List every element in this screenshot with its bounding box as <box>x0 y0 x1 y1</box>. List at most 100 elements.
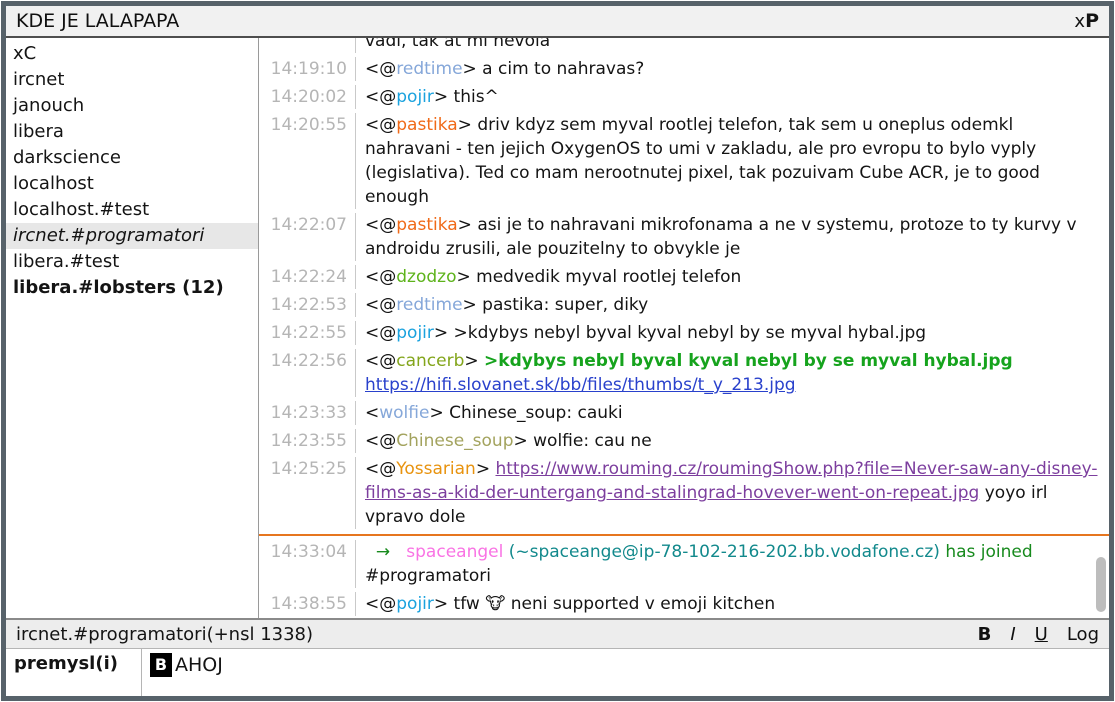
message-row: 14:38:55<@pojir> tfw 🐮 neni supported v … <box>259 592 1109 616</box>
message-timestamp: 14:38:55 <box>259 592 356 616</box>
message-text-segment: <@ <box>365 267 396 287</box>
message-content: <@Chinese_soup> wolfie: cau ne <box>356 429 1109 453</box>
window-controls[interactable]: xP <box>1074 10 1099 32</box>
message-text-segment: <@ <box>365 323 396 343</box>
log-button[interactable]: Log <box>1067 624 1099 645</box>
sidebar-buffer-localhost-#test[interactable]: localhost.#test <box>6 197 258 223</box>
message-content: <@pastika> driv kdyz sem myval rootlej t… <box>356 113 1109 209</box>
message-text-segment: < <box>365 403 379 423</box>
message-timestamp: 14:23:33 <box>259 401 356 425</box>
message-timestamp: 14:22:07 <box>259 213 356 261</box>
sidebar-buffer-janouch[interactable]: janouch <box>6 93 258 119</box>
message-text-segment: <@ <box>365 59 396 79</box>
sidebar-buffer-xc[interactable]: xC <box>6 41 258 67</box>
sidebar-buffer-libera-#test[interactable]: libera.#test <box>6 249 258 275</box>
main-area: xCircnetjanouchliberadarksciencelocalhos… <box>6 38 1109 618</box>
message-content: <@redtime> a cim to nahravas? <box>356 57 1109 81</box>
nick-redtime: redtime <box>396 59 462 79</box>
message-timestamp: 14:23:55 <box>259 429 356 453</box>
message-row: 14:20:02<@pojir> this^ <box>259 85 1109 109</box>
status-bar: ircnet.#programatori(+nsl 1338) B I U Lo… <box>6 618 1109 648</box>
message-text-segment: > medvedik myval rootlej telefon <box>456 267 741 287</box>
sidebar-buffer-libera[interactable]: libera <box>6 119 258 145</box>
window-control-x[interactable]: x <box>1074 11 1085 32</box>
message-timestamp: 14:25:25 <box>259 457 356 529</box>
message-timestamp: 14:20:55 <box>259 113 356 209</box>
message-text-segment: > <box>476 459 496 479</box>
message-content: <@pojir> >kdybys nebyl byval kyval nebyl… <box>356 321 1109 345</box>
message-input-value: AHOJ <box>175 653 223 678</box>
join-arrow-icon: → <box>365 542 406 562</box>
message-content: <@Yossarian> https://www.rouming.cz/roum… <box>356 457 1109 529</box>
title-bar: KDE JE LALAPAPA xP <box>6 6 1109 38</box>
message-text-segment: <@ <box>365 594 396 614</box>
message-text-segment: > driv kdyz sem myval rootlej telefon, t… <box>365 115 1045 207</box>
sidebar-buffer-darkscience[interactable]: darkscience <box>6 145 258 171</box>
format-buttons: B I U Log <box>978 624 1099 645</box>
message-row: 14:22:53<@redtime> pastika: super, diky <box>259 293 1109 317</box>
message-timestamp: 14:22:24 <box>259 265 356 289</box>
message-timestamp: 14:19:10 <box>259 57 356 81</box>
message-content: <@cancerb> >kdybys nebyl byval kyval neb… <box>356 349 1109 397</box>
message-row: 14:22:07<@pastika> asi je to nahravani m… <box>259 213 1109 261</box>
message-text-segment: <@ <box>365 295 396 315</box>
scrollbar-thumb[interactable] <box>1096 557 1106 612</box>
sidebar-buffer-ircnet[interactable]: ircnet <box>6 67 258 93</box>
message-content: <@dzodzo> medvedik myval rootlej telefon <box>356 265 1109 289</box>
nick-pastika: pastika <box>396 215 457 235</box>
message-text-segment: <@ <box>365 351 396 371</box>
message-content: → spaceangel (~spaceange@ip-78-102-216-2… <box>356 540 1109 588</box>
message-text-segment: > asi je to nahravani mikrofonama a ne v… <box>365 215 1082 259</box>
message-row: 14:33:04 → spaceangel (~spaceange@ip-78-… <box>259 540 1109 588</box>
nick-pojir: pojir <box>396 323 434 343</box>
message-row: 14:23:33<wolfie> Chinese_soup: cauki <box>259 401 1109 425</box>
sidebar-buffer-libera-#lobsters-12-[interactable]: libera.#lobsters (12) <box>6 275 258 301</box>
message-content: <@pojir> tfw 🐮 neni supported v emoji ki… <box>356 592 1109 616</box>
message-list: vadi, tak at mi nevola14:19:10<@redtime>… <box>259 38 1109 618</box>
nick-wolfie: wolfie <box>379 403 429 423</box>
message-text-segment: > pastika: super, diky <box>463 295 649 315</box>
message-text-segment: <@ <box>365 431 396 451</box>
sidebar-buffer-localhost[interactable]: localhost <box>6 171 258 197</box>
sidebar-buffer-ircnet-#programatori[interactable]: ircnet.#programatori <box>6 223 258 249</box>
message-timestamp: 14:22:55 <box>259 321 356 345</box>
message-text-segment: <@ <box>365 459 396 479</box>
message-text-segment: > a cim to nahravas? <box>463 59 645 79</box>
message-row: 14:22:55<@pojir> >kdybys nebyl byval kyv… <box>259 321 1109 345</box>
input-row: premysl(i) B AHOJ <box>6 648 1109 696</box>
page-title: KDE JE LALAPAPA <box>16 10 179 32</box>
underline-format-button[interactable]: U <box>1035 624 1048 645</box>
bold-format-button[interactable]: B <box>978 624 992 645</box>
message-text-segment: has joined <box>945 542 1032 562</box>
nick-cancerb: cancerb <box>396 351 464 371</box>
italic-format-button[interactable]: I <box>1010 624 1015 645</box>
message-content: <@redtime> pastika: super, diky <box>356 293 1109 317</box>
unread-marker-line <box>259 534 1109 536</box>
nick-pojir: pojir <box>396 87 434 107</box>
message-row: 14:22:56<@cancerb> >kdybys nebyl byval k… <box>259 349 1109 397</box>
message-text-segment: > tfw 🐮 neni supported v emoji kitchen <box>434 594 775 614</box>
message-link[interactable]: https://hifi.slovanet.sk/bb/files/thumbs… <box>365 375 796 395</box>
message-content: <@pojir> this^ <box>356 85 1109 109</box>
message-row: 14:25:25<@Yossarian> https://www.rouming… <box>259 457 1109 529</box>
message-timestamp: 14:33:04 <box>259 540 356 588</box>
message-timestamp: 14:22:56 <box>259 349 356 397</box>
window-control-p[interactable]: P <box>1085 10 1099 32</box>
message-row: 14:23:55<@Chinese_soup> wolfie: cau ne <box>259 429 1109 453</box>
nick-pastika: pastika <box>396 115 457 135</box>
message-row: 14:22:24<@dzodzo> medvedik myval rootlej… <box>259 265 1109 289</box>
nick-spaceangel: spaceangel <box>406 542 503 562</box>
message-row: vadi, tak at mi nevola <box>259 38 1109 53</box>
message-input[interactable]: B AHOJ <box>142 649 1109 696</box>
message-text-segment: <@ <box>365 115 396 135</box>
message-text-segment: >kdybys nebyl byval kyval nebyl by se my… <box>484 351 1013 371</box>
buffer-list: xCircnetjanouchliberadarksciencelocalhos… <box>6 38 259 618</box>
message-text-segment: > >kdybys nebyl byval kyval nebyl by se … <box>434 323 926 343</box>
message-text-segment: vadi, tak at mi nevola <box>365 38 550 51</box>
message-content: vadi, tak at mi nevola <box>356 38 1109 53</box>
message-content: <@pastika> asi je to nahravani mikrofona… <box>356 213 1109 261</box>
nick-yossarian: Yossarian <box>396 459 476 479</box>
message-text-segment: > <box>464 351 484 371</box>
message-timestamp <box>259 38 356 53</box>
message-text-segment: <@ <box>365 215 396 235</box>
